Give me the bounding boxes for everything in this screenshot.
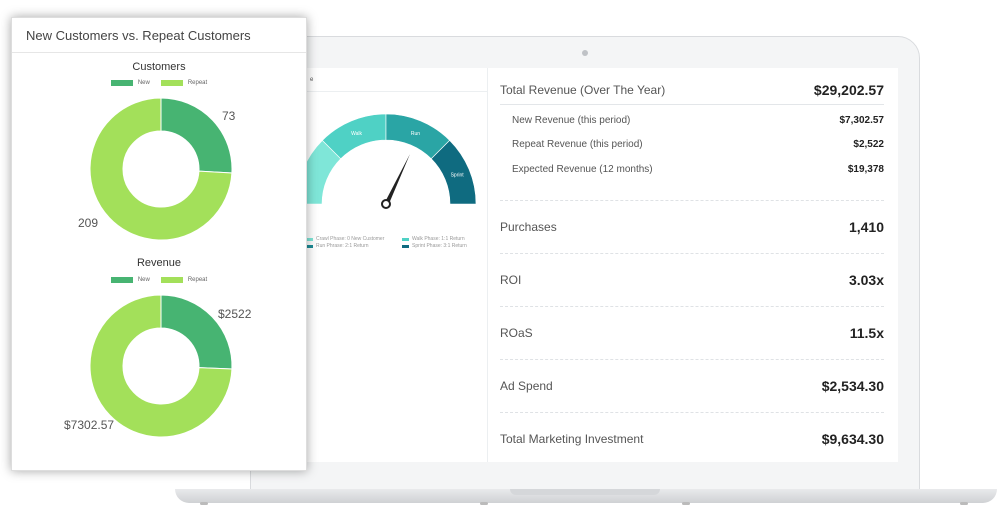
legend-swatch xyxy=(306,244,313,248)
laptop-screen: e Walk Run Sprint Crawl Phase: 0 New Custo… xyxy=(270,68,898,462)
metric-value: $2,522 xyxy=(853,138,884,150)
laptop-foot xyxy=(682,502,690,505)
gauge-segment-label: Walk xyxy=(351,131,362,137)
revenue-metrics: Total Revenue (Over The Year) $29,202.57… xyxy=(500,68,884,462)
legend-label-repeat: Repeat xyxy=(187,277,208,283)
metric-total-marketing: Total Marketing Investment $9,634.30 xyxy=(500,429,884,449)
metric-value: 11.5x xyxy=(849,325,884,341)
revenue-chart-title: Revenue xyxy=(136,257,182,269)
metric-value: $29,202.57 xyxy=(813,82,884,98)
metric-label: ROI xyxy=(500,273,522,287)
legend-swatch xyxy=(402,244,409,248)
divider xyxy=(500,306,884,307)
divider xyxy=(500,200,884,201)
metric-repeat-revenue: Repeat Revenue (this period) $2,522 xyxy=(500,136,884,152)
gauge-legend-sprint: Sprint Phase: 3:1 Return xyxy=(402,243,467,249)
legend-swatch-new xyxy=(110,80,133,86)
metric-label: Repeat Revenue (this period) xyxy=(512,138,643,150)
metric-total-revenue: Total Revenue (Over The Year) $29,202.57 xyxy=(500,80,884,100)
legend-swatch-new xyxy=(110,277,133,283)
metric-label: Purchases xyxy=(500,220,557,234)
revenue-donut-chart xyxy=(89,294,233,438)
gauge-legend-crawl: Crawl Phase: 0 New Customer xyxy=(306,236,384,242)
customers-legend: New Repeat xyxy=(12,80,306,86)
customers-donut-chart xyxy=(89,97,233,241)
divider xyxy=(500,359,884,360)
metric-ad-spend: Ad Spend $2,534.30 xyxy=(500,376,884,396)
gauge-segment-label: Run xyxy=(411,131,420,137)
metric-value: $2,534.30 xyxy=(821,378,884,394)
legend-label-new: New xyxy=(137,80,150,86)
customers-chart-title: Customers xyxy=(132,61,186,73)
metric-value: $7,302.57 xyxy=(839,114,885,126)
metric-label: Expected Revenue (12 months) xyxy=(512,163,653,175)
metric-label: Ad Spend xyxy=(500,379,553,393)
gauge-legend-run: Run Phrase: 2:1 Return xyxy=(306,243,369,249)
metric-label: ROaS xyxy=(500,326,533,340)
gauge-legend-walk: Walk Phase: 1:1 Return xyxy=(402,236,465,242)
gauge-needle xyxy=(384,154,410,206)
legend-swatch xyxy=(306,237,313,241)
legend-label-new: New xyxy=(137,277,150,283)
data-label-new: $2522 xyxy=(218,307,252,321)
laptop-foot xyxy=(960,502,968,505)
metric-roi: ROI 3.03x xyxy=(500,270,884,290)
laptop-foot xyxy=(200,502,208,505)
metric-value: $9,634.30 xyxy=(821,431,884,447)
laptop-foot xyxy=(480,502,488,505)
metric-roas: ROaS 11.5x xyxy=(500,323,884,343)
gauge-segment-label: Sprint xyxy=(451,173,465,179)
legend-label-repeat: Repeat xyxy=(187,80,208,86)
divider xyxy=(500,104,884,105)
metric-value: 1,410 xyxy=(848,219,884,235)
camera-dot xyxy=(582,50,588,56)
revenue-legend: New Repeat xyxy=(12,277,306,283)
data-label-repeat: 209 xyxy=(78,216,99,230)
laptop-notch xyxy=(510,489,660,495)
metric-expected-revenue: Expected Revenue (12 months) $19,378 xyxy=(500,161,884,177)
gauge-pivot xyxy=(381,199,391,209)
metric-value: 3.03x xyxy=(848,272,884,288)
metric-new-revenue: New Revenue (this period) $7,302.57 xyxy=(500,112,884,128)
legend-swatch-repeat xyxy=(160,80,183,86)
customers-comparison-card: New Customers vs. Repeat Customers Custo… xyxy=(11,17,307,471)
data-label-new: 73 xyxy=(222,109,236,123)
divider xyxy=(500,253,884,254)
data-label-repeat: $7302.57 xyxy=(64,418,115,432)
metric-label: New Revenue (this period) xyxy=(512,114,631,126)
metric-label: Total Marketing Investment xyxy=(500,432,644,446)
divider xyxy=(500,412,884,413)
card-title: New Customers vs. Repeat Customers xyxy=(12,18,306,53)
legend-swatch-repeat xyxy=(160,277,183,283)
legend-swatch xyxy=(402,237,409,241)
metric-label: Total Revenue (Over The Year) xyxy=(500,83,666,97)
metric-purchases: Purchases 1,410 xyxy=(500,217,884,237)
metric-value: $19,378 xyxy=(847,163,884,175)
